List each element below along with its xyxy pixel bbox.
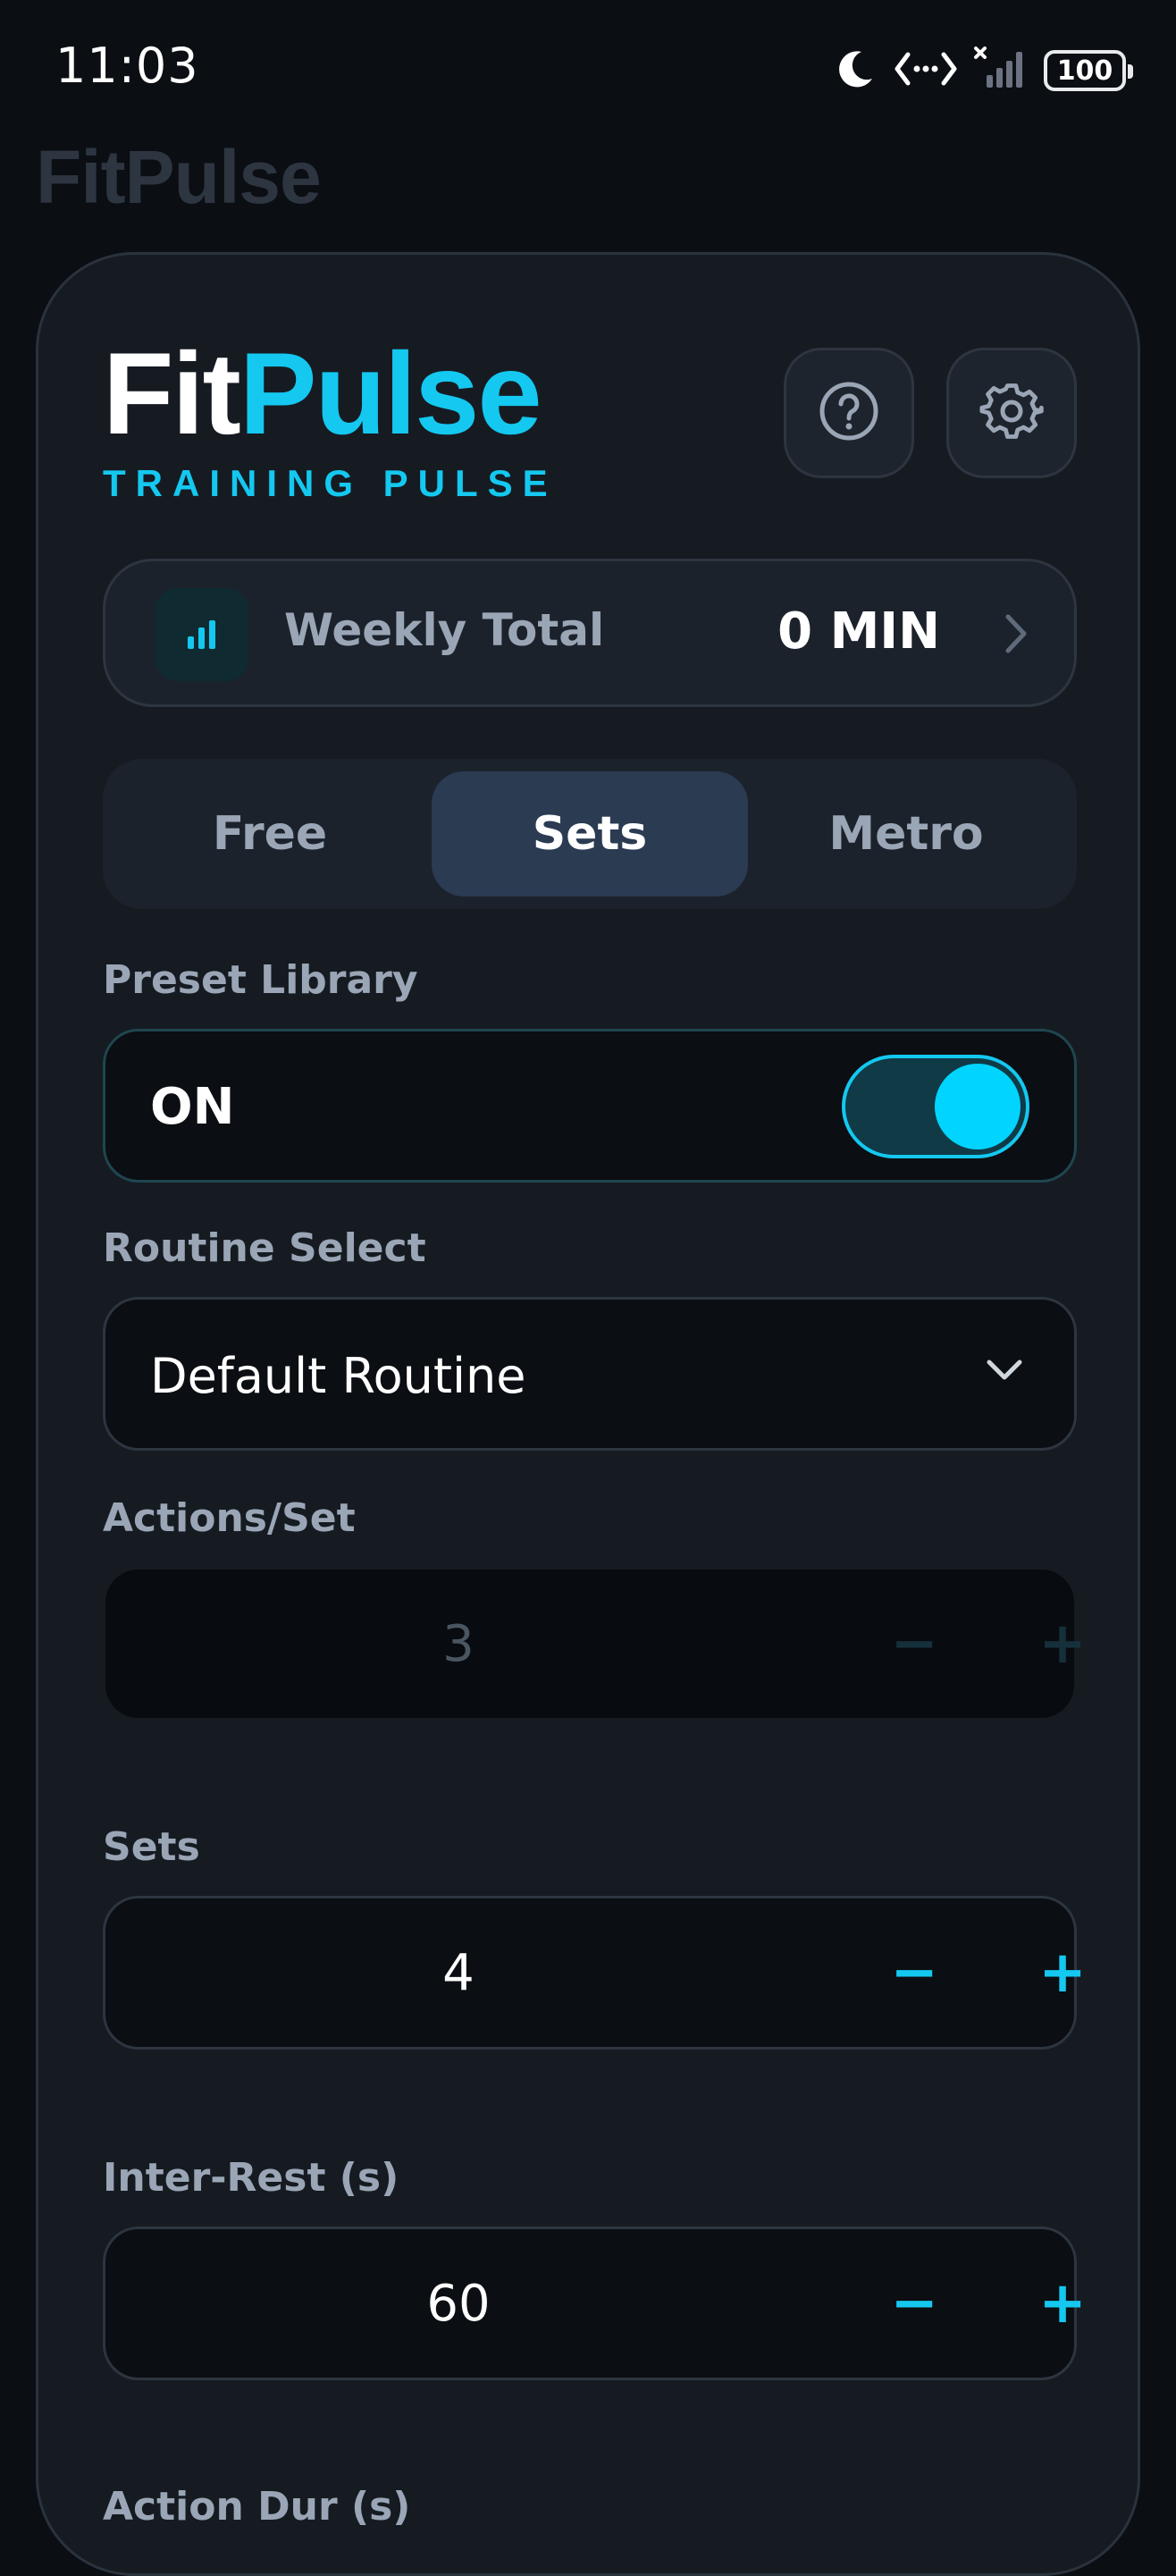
sets-minus-button[interactable]: − [856, 1898, 972, 2047]
settings-button[interactable] [946, 348, 1077, 478]
signal-no-service-icon [974, 46, 1028, 95]
mode-tabs: Free Sets Metro [103, 759, 1077, 909]
routine-select[interactable]: Default Routine [103, 1297, 1077, 1451]
status-icons: 100 [833, 39, 1133, 102]
actions-per-set-plus-button: + [1038, 1611, 1087, 1677]
inter-rest-label: Inter-Rest (s) [103, 2155, 399, 2201]
help-button[interactable] [784, 348, 914, 478]
weekly-total-value: 0 MIN [777, 602, 940, 661]
status-time: 11:03 [55, 38, 199, 94]
inter-rest-plus-button[interactable]: + [1004, 2229, 1121, 2378]
preset-library-row[interactable]: ON [103, 1029, 1077, 1183]
help-icon [817, 379, 881, 447]
tab-free[interactable]: Free [112, 771, 428, 897]
sets-value[interactable]: 4 [105, 1898, 811, 2047]
routine-select-value: Default Routine [150, 1348, 526, 1404]
inter-rest-minus-button[interactable]: − [856, 2229, 972, 2378]
brand-pulse: Pulse [239, 328, 542, 459]
brand-logo: FitPulse [103, 335, 542, 451]
tab-sets[interactable]: Sets [432, 771, 748, 897]
tab-metro[interactable]: Metro [748, 771, 1064, 897]
preset-library-label: Preset Library [103, 957, 418, 1003]
weekly-total-label: Weekly Total [284, 604, 605, 656]
actions-per-set-stepper: 3 − + [103, 1567, 1087, 1721]
data-transfer-icon [894, 51, 958, 90]
action-duration-label: Action Dur (s) [103, 2484, 411, 2530]
ghost-app-title: FitPulse [36, 135, 322, 219]
inter-rest-stepper: 60 − + [103, 2227, 1087, 2380]
preset-state-text: ON [150, 1078, 235, 1136]
chevron-down-icon [985, 1357, 1024, 1387]
brand-subtitle: TRAINING PULSE [103, 462, 558, 504]
actions-per-set-minus-button: − [890, 1611, 938, 1677]
moon-icon [833, 46, 878, 95]
battery-icon: 100 [1044, 50, 1133, 91]
toggle-knob [935, 1064, 1021, 1149]
actions-per-set-label: Actions/Set [103, 1495, 356, 1541]
gear-icon [979, 379, 1044, 447]
chevron-right-icon [1003, 611, 1029, 660]
preset-library-toggle[interactable] [842, 1055, 1029, 1158]
status-bar: 11:03 100 [0, 0, 1176, 134]
sets-plus-button[interactable]: + [1004, 1898, 1121, 2047]
actions-per-set-value: 3 [442, 1614, 475, 1673]
sets-stepper: 4 − + [103, 1896, 1087, 2050]
sets-label: Sets [103, 1824, 200, 1870]
main-card: FitPulse TRAINING PULSE Weekly Total 0 M… [36, 252, 1140, 2576]
routine-select-label: Routine Select [103, 1225, 426, 1271]
inter-rest-value[interactable]: 60 [105, 2229, 811, 2378]
bar-chart-icon [155, 588, 248, 681]
weekly-total-card[interactable]: Weekly Total 0 MIN [103, 559, 1077, 707]
brand-fit: Fit [103, 328, 241, 459]
